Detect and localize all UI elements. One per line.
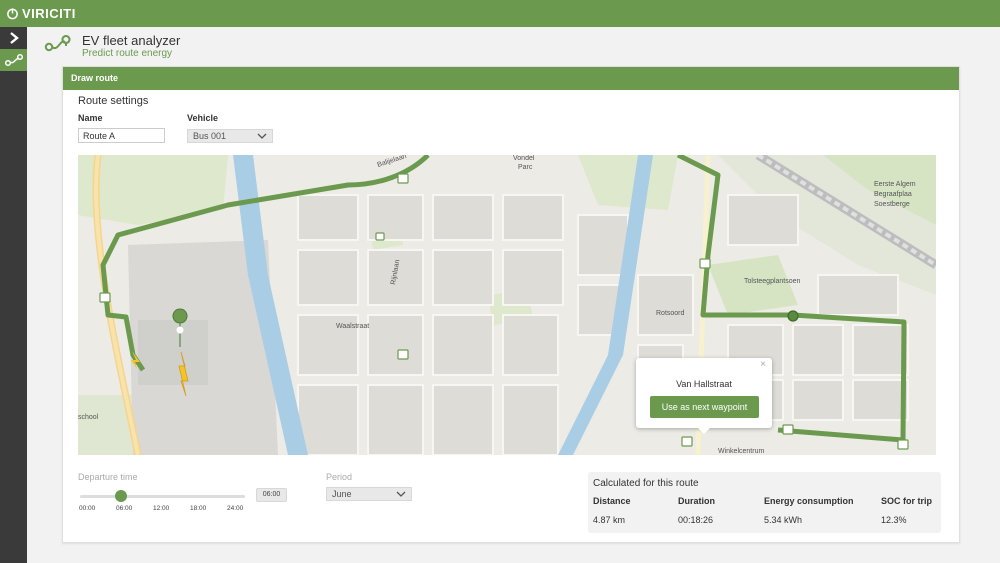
result-value: 4.87 km (593, 515, 626, 525)
vehicle-label: Vehicle (187, 113, 219, 123)
map-label-eerste: Eerste Algem (874, 181, 916, 188)
vehicle-select[interactable]: Bus 001 (187, 129, 273, 143)
map-label-winkel: Winkelcentrum (718, 448, 764, 455)
popup-title: Van Hallstraat (676, 379, 732, 389)
departure-time-label: Departure time (78, 472, 138, 482)
map-label-vondelpark: Vondel (513, 155, 535, 162)
map-canvas[interactable]: Vondel Parc Eerste Algem Begraafplaa Soe… (78, 155, 936, 455)
result-duration: Duration 00:18:26 (678, 496, 715, 525)
route-name-input[interactable] (78, 128, 165, 143)
map-label-soestberg: Soestberge (874, 201, 910, 208)
result-value: 5.34 kWh (764, 515, 803, 525)
results-title: Calculated for this route (593, 478, 699, 489)
map-label-tolsteeg: Tolsteegplantsoen (744, 278, 801, 285)
result-distance: Distance 4.87 km (593, 496, 631, 525)
use-as-next-waypoint-button[interactable]: Use as next waypoint (650, 396, 759, 418)
card-title: Draw route (63, 67, 959, 90)
slider-tick-1: 06:00 (116, 505, 133, 512)
result-label: Distance (593, 496, 631, 506)
results-panel: Calculated for this route Distance 4.87 … (588, 472, 941, 533)
result-label: Duration (678, 496, 715, 506)
result-soc: SOC for trip 12.3% (881, 496, 932, 525)
chevron-down-icon (396, 491, 406, 497)
map-label-school: school (78, 414, 99, 421)
result-value: 12.3% (881, 515, 907, 525)
map-label-rotsoord: Rotsoord (656, 310, 685, 317)
departure-slider-thumb[interactable] (115, 490, 128, 502)
sidebar (0, 27, 27, 563)
departure-time-value[interactable]: 06:00 (256, 488, 287, 502)
page-title: EV fleet analyzer (82, 33, 181, 48)
expand-sidebar-button[interactable] (0, 27, 27, 49)
slider-tick-2: 12:00 (153, 505, 170, 512)
section-title: Route settings (78, 95, 149, 107)
page-header: EV fleet analyzer Predict route energy (44, 34, 180, 60)
result-value: 00:18:26 (678, 515, 714, 525)
chevron-right-icon (9, 32, 19, 44)
result-label: Energy consumption (764, 496, 854, 506)
period-select[interactable]: June (326, 487, 412, 501)
chevron-down-icon (257, 133, 267, 139)
result-label: SOC for trip (881, 496, 932, 506)
name-label: Name (78, 113, 103, 123)
sidebar-item-route[interactable] (0, 49, 27, 71)
slider-tick-0: 00:00 (79, 505, 96, 512)
route-map[interactable]: Vondel Parc Eerste Algem Begraafplaa Soe… (78, 155, 936, 455)
slider-tick-3: 18:00 (190, 505, 207, 512)
route-card: Draw route Route settings Name Vehicle B… (62, 66, 960, 543)
route-icon (44, 35, 71, 52)
top-bar: VIRICITI (0, 0, 1000, 27)
popup-tip (698, 428, 710, 434)
departure-slider-track[interactable] (80, 495, 245, 498)
period-label: Period (326, 472, 353, 482)
vehicle-value: Bus 001 (193, 131, 227, 141)
close-popup-button[interactable]: × (760, 359, 766, 370)
page-subtitle: Predict route energy (82, 48, 173, 59)
map-label-waal: Waalstraat (336, 323, 369, 330)
waypoint-popup: × Van Hallstraat Use as next waypoint (636, 358, 772, 434)
map-label-parc: Parc (518, 164, 533, 171)
viriciti-logo[interactable]: VIRICITI (6, 6, 76, 21)
period-value: June (332, 489, 352, 499)
power-icon (7, 8, 18, 20)
logo-text: VIRICITI (22, 6, 76, 21)
map-label-begraaf: Begraafplaa (874, 191, 912, 198)
result-energy: Energy consumption 5.34 kWh (764, 496, 854, 525)
route-icon (4, 53, 23, 67)
slider-tick-4: 24:00 (227, 505, 244, 512)
